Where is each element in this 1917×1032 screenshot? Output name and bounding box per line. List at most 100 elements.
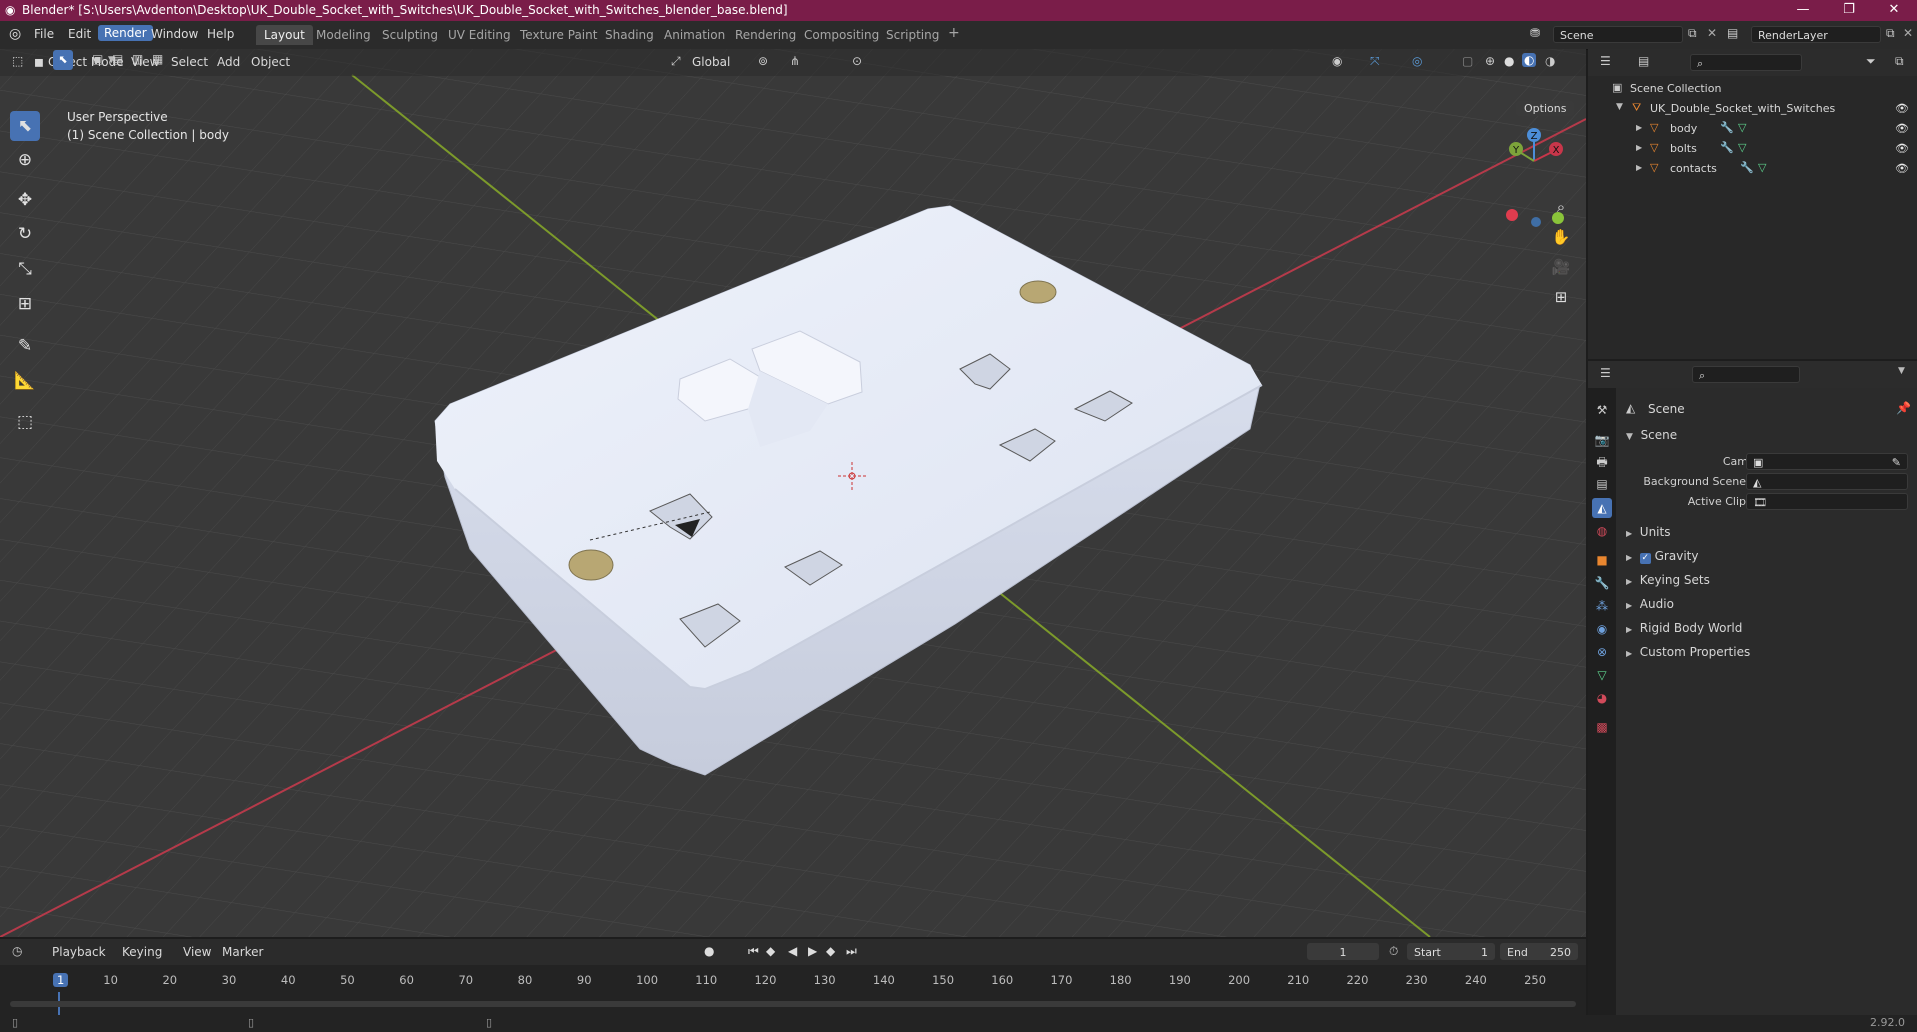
- view-layer-tab-icon[interactable]: ▤: [1592, 474, 1612, 494]
- eye-icon[interactable]: 👁: [1895, 142, 1909, 155]
- object-tab-icon[interactable]: ■: [1592, 550, 1612, 570]
- outliner-row-contacts[interactable]: ▶ ▽ contacts 🔧 ▽ 👁: [1588, 159, 1917, 179]
- pivot-icon[interactable]: ⊚: [758, 54, 768, 68]
- menu-edit[interactable]: Edit: [68, 27, 91, 41]
- select-box-mode-icon[interactable]: ▣: [92, 52, 103, 66]
- filter-icon[interactable]: ⏷: [1866, 54, 1876, 69]
- physics-tab-icon[interactable]: ◉: [1592, 619, 1612, 639]
- constraints-tab-icon[interactable]: ⊗: [1592, 642, 1612, 662]
- scene-panel-header[interactable]: ▼ Scene: [1626, 428, 1677, 442]
- menu-object[interactable]: Object: [251, 55, 290, 69]
- outliner-editor-type-icon[interactable]: ☰: [1600, 54, 1611, 68]
- eye-icon[interactable]: 👁: [1895, 162, 1909, 175]
- transform-tool[interactable]: ⊞: [10, 289, 40, 319]
- proportional-edit-icon[interactable]: ⊙: [852, 54, 862, 68]
- material-shading-icon[interactable]: ◐: [1522, 53, 1537, 67]
- tab-modeling[interactable]: Modeling: [308, 26, 379, 44]
- material-tab-icon[interactable]: ◕: [1592, 688, 1612, 708]
- zoom-icon[interactable]: ⌕: [1548, 194, 1574, 220]
- render-tab-icon[interactable]: 📷: [1592, 430, 1612, 450]
- rotate-tool[interactable]: ↻: [10, 219, 40, 249]
- rendered-shading-icon[interactable]: ◑: [1545, 54, 1555, 68]
- data-tab-icon[interactable]: ▽: [1592, 665, 1612, 685]
- expand-chevron-icon[interactable]: ▶: [1636, 143, 1642, 152]
- gravity-panel-header[interactable]: ▶ ✓ Gravity: [1626, 549, 1698, 564]
- properties-search-input[interactable]: ⌕: [1692, 366, 1800, 383]
- mesh-data-icon[interactable]: ▽: [1738, 141, 1746, 154]
- tab-rendering[interactable]: Rendering: [727, 26, 804, 44]
- custom-properties-panel-header[interactable]: ▶ Custom Properties: [1626, 645, 1750, 659]
- mesh-data-icon[interactable]: ▽: [1738, 121, 1746, 134]
- close-button[interactable]: ✕: [1871, 0, 1917, 21]
- rigid-body-world-panel-header[interactable]: ▶ Rigid Body World: [1626, 621, 1742, 635]
- new-view-layer-icon[interactable]: ⧉: [1886, 26, 1895, 41]
- xray-icon[interactable]: ▢: [1462, 54, 1473, 68]
- menu-add[interactable]: Add: [217, 55, 240, 69]
- tab-shading[interactable]: Shading: [597, 26, 662, 44]
- select-subtract-mode-icon[interactable]: ▥: [132, 52, 143, 66]
- scale-tool[interactable]: ⤡: [10, 254, 40, 284]
- timeline-scrollbar[interactable]: [10, 1001, 1576, 1007]
- 3d-viewport[interactable]: ⬚ ◼ Object Mode ▼ View Select Add Object…: [0, 49, 1586, 937]
- display-mode-icon[interactable]: ▤: [1638, 54, 1649, 68]
- options-dropdown[interactable]: Options: [1516, 101, 1575, 116]
- audio-panel-header[interactable]: ▶ Audio: [1626, 597, 1674, 611]
- cursor-tool[interactable]: ⊕: [10, 145, 40, 175]
- select-box-tool[interactable]: ⬉: [10, 111, 40, 141]
- tab-animation[interactable]: Animation: [656, 26, 733, 44]
- tab-sculpting[interactable]: Sculpting: [374, 26, 446, 44]
- minimize-button[interactable]: —: [1780, 0, 1826, 21]
- texture-tab-icon[interactable]: ▩: [1592, 717, 1612, 737]
- delete-scene-icon[interactable]: ✕: [1707, 26, 1717, 40]
- select-extend-mode-icon[interactable]: ▤: [112, 52, 123, 66]
- snap-icon[interactable]: ⋔: [790, 54, 800, 68]
- collapse-chevron-icon[interactable]: ▼: [1616, 102, 1623, 112]
- tool-tab-icon[interactable]: ⚒: [1592, 400, 1612, 420]
- menu-render[interactable]: Render: [98, 25, 153, 41]
- tab-texture-paint[interactable]: Texture Paint: [512, 26, 605, 44]
- blender-menu-icon[interactable]: ◎: [9, 26, 21, 42]
- outliner-search-input[interactable]: ⌕: [1690, 54, 1802, 71]
- view-layer-field[interactable]: RenderLayer: [1751, 26, 1881, 43]
- keying-sets-panel-header[interactable]: ▶ Keying Sets: [1626, 573, 1710, 587]
- add-cube-tool[interactable]: ⬚: [10, 407, 40, 437]
- outliner-row-scene-collection[interactable]: ▣ Scene Collection: [1588, 79, 1917, 99]
- camera-view-icon[interactable]: 🎥: [1548, 254, 1574, 280]
- perspective-toggle-icon[interactable]: ⊞: [1548, 284, 1574, 310]
- units-panel-header[interactable]: ▶ Units: [1626, 525, 1670, 539]
- gravity-checkbox[interactable]: ✓: [1639, 553, 1651, 564]
- expand-chevron-icon[interactable]: ▶: [1636, 163, 1642, 172]
- measure-tool[interactable]: 📐: [10, 366, 40, 396]
- menu-help[interactable]: Help: [207, 27, 234, 41]
- wrench-modifier-icon[interactable]: 🔧: [1720, 141, 1734, 154]
- background-scene-field[interactable]: ◭: [1746, 473, 1908, 490]
- eye-icon[interactable]: 👁: [1895, 102, 1909, 115]
- eyedropper-icon[interactable]: ✎: [1892, 454, 1901, 471]
- view-layer-browse-icon[interactable]: ▤: [1727, 26, 1738, 40]
- outliner-row-body[interactable]: ▶ ▽ body 🔧 ▽ 👁: [1588, 119, 1917, 139]
- tab-compositing[interactable]: Compositing: [796, 26, 887, 44]
- editor-type-icon[interactable]: ⬚: [12, 54, 23, 68]
- outliner-row-bolts[interactable]: ▶ ▽ bolts 🔧 ▽ 👁: [1588, 139, 1917, 159]
- outliner-row-collection[interactable]: ▼ ⛛ UK_Double_Socket_with_Switches 👁: [1588, 99, 1917, 119]
- pan-hand-icon[interactable]: ✋: [1548, 224, 1574, 250]
- annotate-tool[interactable]: ✎: [10, 331, 40, 361]
- menu-select[interactable]: Select: [171, 55, 208, 69]
- overlay-toggle-icon[interactable]: ◎: [1412, 54, 1422, 68]
- move-tool[interactable]: ✥: [10, 185, 40, 215]
- new-scene-icon[interactable]: ⧉: [1688, 26, 1697, 41]
- scene-field[interactable]: Scene: [1553, 26, 1683, 43]
- mesh-data-icon[interactable]: ▽: [1758, 161, 1766, 174]
- modifier-tab-icon[interactable]: 🔧: [1592, 573, 1612, 593]
- select-tool-mode-icon[interactable]: ⬉: [53, 50, 73, 70]
- expand-chevron-icon[interactable]: ▶: [1636, 123, 1642, 132]
- wrench-modifier-icon[interactable]: 🔧: [1720, 121, 1734, 134]
- new-collection-icon[interactable]: ⧉: [1895, 54, 1904, 69]
- output-tab-icon[interactable]: 🖶: [1592, 452, 1612, 472]
- active-clip-field[interactable]: 🎞: [1746, 493, 1908, 510]
- scene-browse-icon[interactable]: ⛃: [1530, 26, 1540, 40]
- tab-scripting[interactable]: Scripting: [878, 26, 947, 44]
- tab-layout[interactable]: Layout: [256, 25, 313, 45]
- visibility-icon[interactable]: ◉: [1332, 54, 1342, 68]
- chevron-down-icon[interactable]: ▼: [1898, 366, 1905, 376]
